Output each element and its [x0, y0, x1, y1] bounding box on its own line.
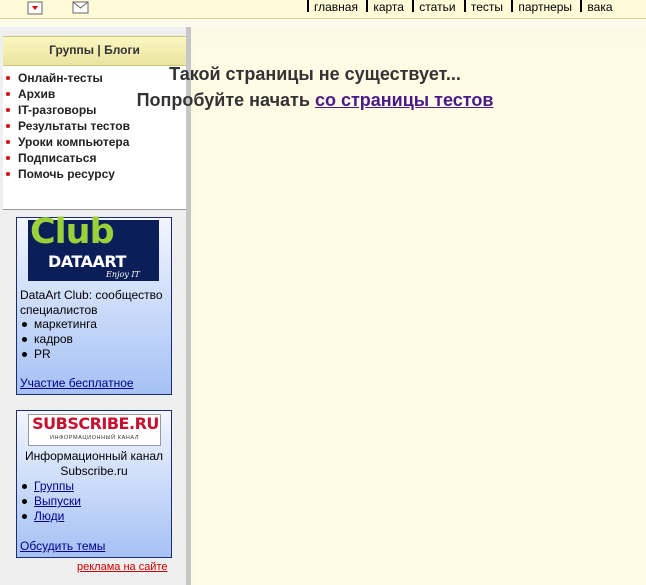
suggestion-message: Попробуйте начать со страницы тестов [136, 90, 494, 110]
subscribe-ru-logo[interactable]: SUBSCRIBE.RU ИНФОРМАЦИОННЫЙ КАНАЛ [28, 414, 161, 446]
sidebar-item-subscribe[interactable]: Подписаться [3, 150, 186, 166]
sidebar-menu: Онлайн-тесты Архив IT-разговоры Результа… [3, 66, 186, 209]
nav-main[interactable]: главная [314, 0, 358, 14]
sidebar-item-computer-lessons[interactable]: Уроки компьютера [3, 134, 186, 150]
top-nav: главная карта статьи тесты партнеры вака [302, 0, 613, 18]
sidebar-item-test-results[interactable]: Результаты тестов [3, 118, 186, 134]
bullet-icon [6, 172, 10, 176]
list-item[interactable]: Выпуски [17, 494, 81, 509]
bullet-icon [6, 156, 10, 160]
ad-dataart-list: маркетинга кадров PR [17, 317, 97, 362]
bullet-icon [6, 140, 10, 144]
advertising-link[interactable]: реклама на сайте [77, 561, 168, 573]
bullet-icon [6, 124, 10, 128]
mail-icon[interactable] [72, 1, 89, 17]
discuss-topics-link[interactable]: Обсудить темы [20, 539, 105, 553]
main-content: Такой страницы не существует... Попробуй… [137, 27, 646, 585]
sidebar-item-help[interactable]: Помочь ресурсу [3, 166, 186, 182]
sidebar-header[interactable]: Группы | Блоги [3, 36, 186, 66]
ad-dataart-text: DataArt Club: сообщество специалистов [20, 288, 163, 317]
free-participation-link[interactable]: Участие бесплатное [20, 376, 134, 390]
tests-page-link[interactable]: со страницы тестов [315, 90, 493, 110]
bookmark-icon[interactable] [27, 1, 43, 18]
list-item[interactable]: Люди [17, 509, 81, 524]
main-panel [196, 48, 646, 585]
dataart-club-logo[interactable]: Club DATAART Enjoy IT [28, 212, 159, 281]
not-found-message: Такой страницы не существует... [169, 64, 461, 84]
top-strip [0, 19, 646, 27]
nav-vacancies[interactable]: вака [587, 0, 612, 14]
sidebar-divider [3, 209, 186, 210]
nav-map[interactable]: карта [373, 0, 404, 14]
list-item[interactable]: Группы [17, 479, 81, 494]
ad-dataart: Club DATAART Enjoy IT DataArt Club: сооб… [16, 212, 172, 395]
ad-subscribe-text: Информационный канал Subscribe.ru [24, 449, 164, 478]
nav-articles[interactable]: статьи [419, 0, 455, 14]
ad-subscribe-list: Группы Выпуски Люди [17, 479, 81, 524]
nav-tests[interactable]: тесты [471, 0, 503, 14]
nav-partners[interactable]: партнеры [518, 0, 572, 14]
list-item: маркетинга [17, 317, 97, 332]
top-bar: главная карта статьи тесты партнеры вака [0, 0, 646, 19]
ad-subscribe: SUBSCRIBE.RU ИНФОРМАЦИОННЫЙ КАНАЛ Информ… [16, 410, 172, 558]
list-item: кадров [17, 332, 97, 347]
list-item: PR [17, 347, 97, 362]
